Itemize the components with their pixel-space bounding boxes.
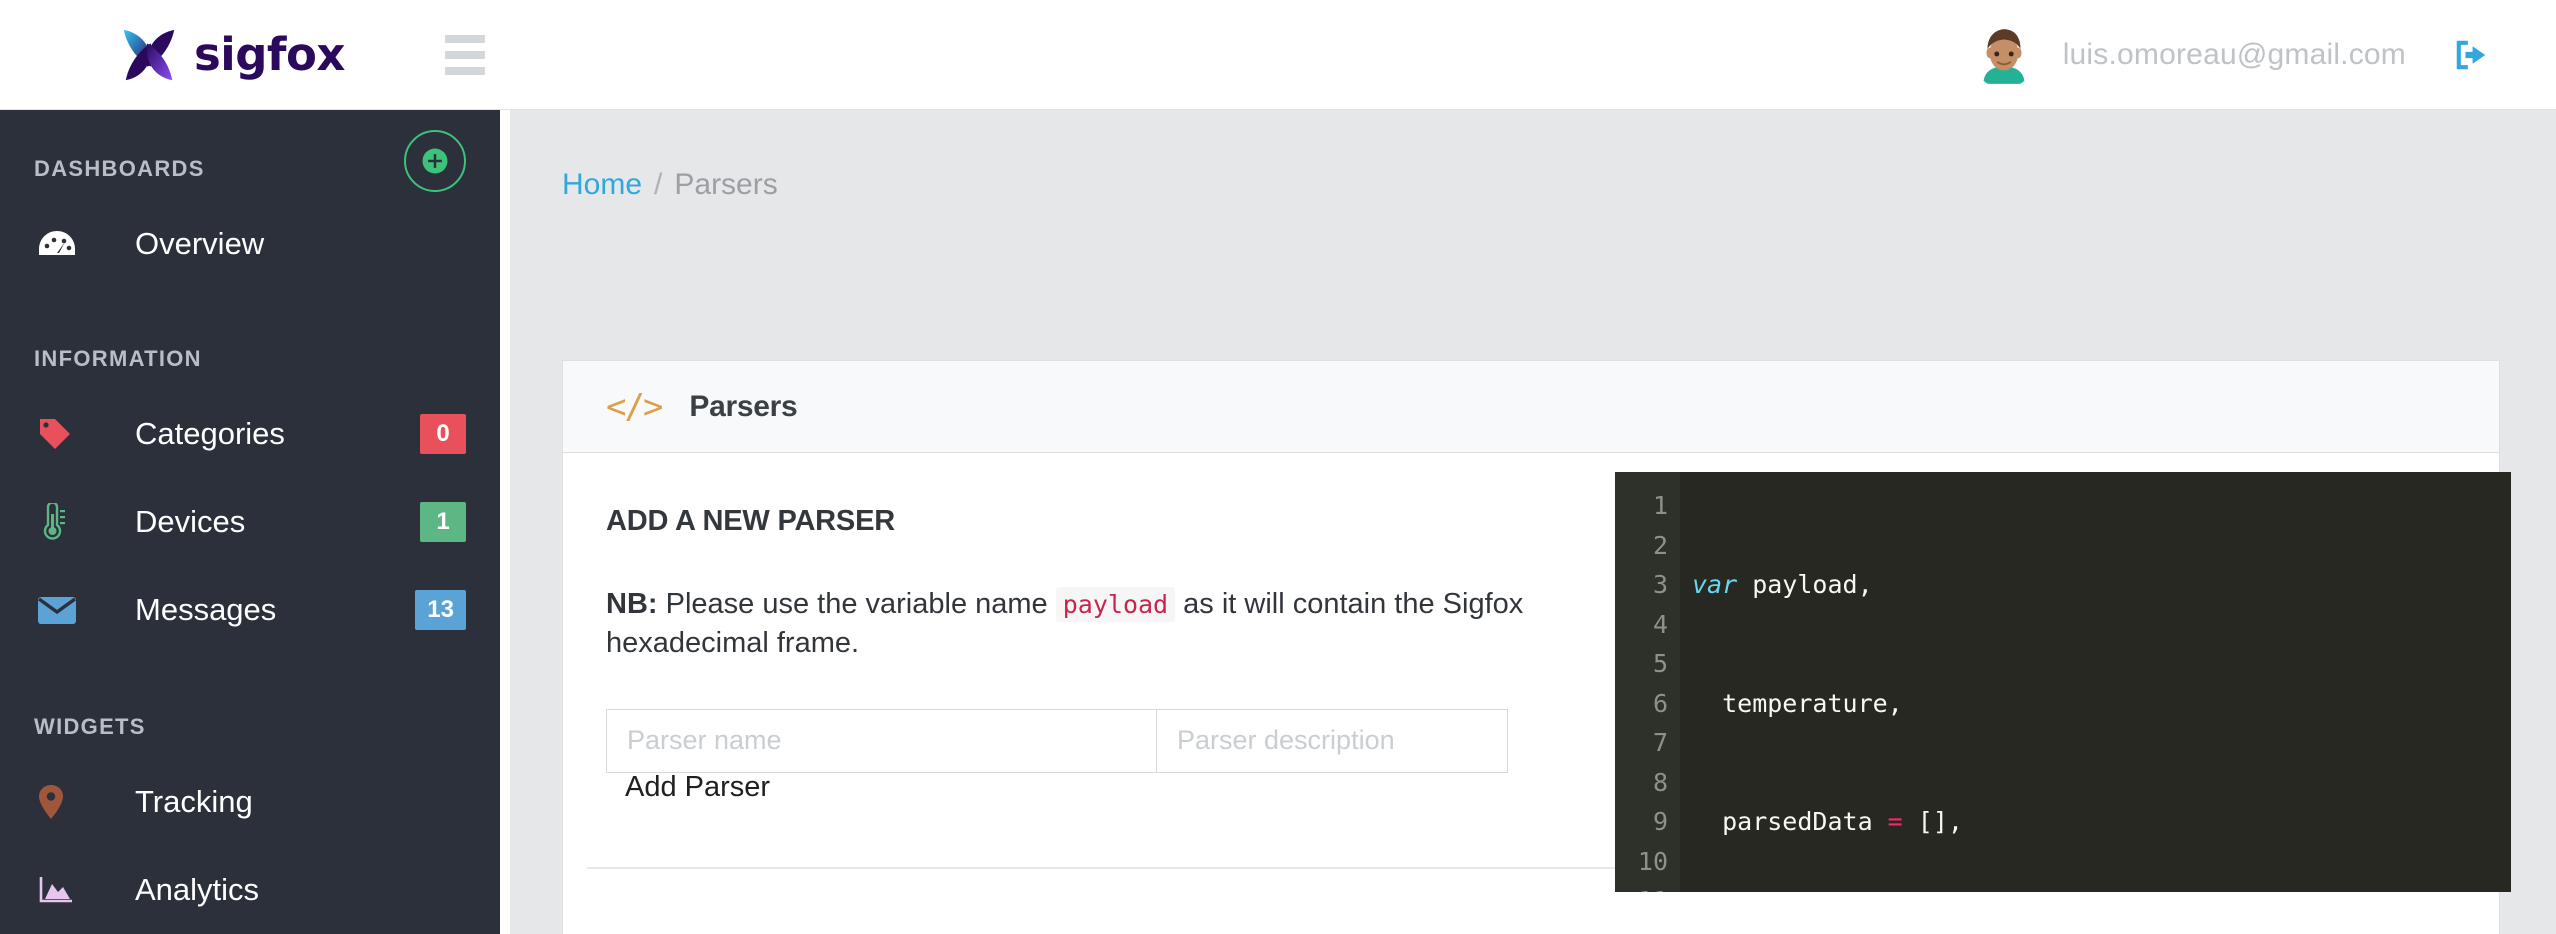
form-heading: ADD A NEW PARSER <box>606 505 895 537</box>
parsers-card: </> Parsers ADD A NEW PARSER NB: Please … <box>562 360 2511 934</box>
code-line-3: parsedData = [], <box>1692 807 1963 836</box>
line-number: 9 <box>1652 807 1668 836</box>
user-avatar[interactable] <box>1970 21 2037 88</box>
user-area: luis.omoreau@gmail.com <box>1970 21 2490 88</box>
card-body: ADD A NEW PARSER NB: Please use the vari… <box>563 453 2511 934</box>
sidebar-section-label: INFORMATION <box>34 346 202 371</box>
sidebar-item-label: Analytics <box>135 872 260 907</box>
line-number: 10 <box>1637 846 1668 876</box>
line-number: 1 <box>1652 491 1668 520</box>
sidebar-item-label: Devices <box>135 504 246 539</box>
sidebar-badge-categories: 0 <box>420 414 466 454</box>
nb-text-before: Please use the variable name <box>657 588 1056 620</box>
sidebar-scrollbar[interactable] <box>500 110 510 934</box>
line-number: 5 <box>1652 649 1668 678</box>
line-number: 7 <box>1652 728 1668 757</box>
main-content: Home / Parsers </> Parsers ADD A NEW PAR… <box>510 110 2556 934</box>
line-number: 4 <box>1652 609 1668 639</box>
parser-name-input[interactable] <box>606 708 1156 773</box>
sidebar-item-devices[interactable]: Devices 1 <box>0 478 500 566</box>
parser-description-input[interactable] <box>1156 708 1508 773</box>
nb-label: NB: <box>606 588 658 620</box>
line-number: 11 <box>1615 881 1668 892</box>
line-number: 6 <box>1652 688 1668 718</box>
parser-inputs-row <box>606 708 1508 773</box>
card-header: </> Parsers <box>563 361 2499 453</box>
sidebar-item-tracking[interactable]: Tracking <box>0 758 500 846</box>
add-parser-form: ADD A NEW PARSER NB: Please use the vari… <box>606 505 1541 773</box>
sidebar: DASHBOARDS Overview INFORMATION Categori… <box>0 110 500 934</box>
hamburger-icon[interactable] <box>444 34 485 75</box>
envelope-icon <box>38 596 82 624</box>
line-number: 2 <box>1652 530 1668 560</box>
code-tag-icon: </> <box>606 386 663 427</box>
map-pin-icon <box>38 784 82 820</box>
brand-name: sigfox <box>194 28 345 81</box>
line-number: 8 <box>1652 767 1668 797</box>
add-dashboard-button[interactable] <box>404 130 466 192</box>
breadcrumb-current: Parsers <box>674 168 778 201</box>
logout-icon[interactable] <box>2452 36 2490 74</box>
sidebar-section-widgets: WIDGETS <box>0 696 500 758</box>
add-parser-button[interactable]: Add Parser <box>625 771 770 804</box>
thermometer-icon <box>38 503 82 541</box>
line-number: 3 <box>1652 570 1668 599</box>
sidebar-badge-messages: 13 <box>415 590 466 630</box>
sidebar-section-information: INFORMATION <box>0 328 500 390</box>
sidebar-item-label: Categories <box>135 416 285 451</box>
sidebar-item-messages[interactable]: Messages 13 <box>0 566 500 654</box>
nb-note: NB: Please use the variable name payload… <box>606 585 1541 664</box>
sidebar-item-label: Tracking <box>135 784 253 819</box>
sidebar-section-label: DASHBOARDS <box>34 156 205 181</box>
parser-code-editor[interactable]: 1 2 3 4 5 6 7 8 9 10 11 12 13 var payloa… <box>1615 472 2511 892</box>
code-line-1: var payload, <box>1692 570 1873 599</box>
top-bar: sigfox luis.omoreau@gmail.com <box>0 0 2556 110</box>
sidebar-item-label: Overview <box>135 226 265 261</box>
user-email: luis.omoreau@gmail.com <box>2062 37 2406 71</box>
gauge-icon <box>38 229 82 259</box>
page-title: Parsers <box>689 389 798 423</box>
breadcrumb-separator: / <box>654 168 663 201</box>
sidebar-item-categories[interactable]: Categories 0 <box>0 390 500 478</box>
sigfox-butterfly-icon <box>123 29 175 80</box>
tag-icon <box>38 417 82 451</box>
area-chart-icon <box>38 875 82 905</box>
editor-code-lines: var payload, temperature, parsedData = [… <box>1680 472 2511 892</box>
code-line-2: temperature, <box>1692 688 1903 718</box>
sidebar-item-overview[interactable]: Overview <box>0 200 500 288</box>
hamburger-bar <box>444 66 485 75</box>
breadcrumb: Home / Parsers <box>562 168 2556 202</box>
sidebar-item-label: Messages <box>135 592 277 627</box>
sidebar-badge-devices: 1 <box>420 502 466 542</box>
hamburger-bar <box>444 50 485 59</box>
sidebar-section-label: WIDGETS <box>34 714 146 739</box>
plus-circle-icon <box>422 148 448 174</box>
editor-line-numbers: 1 2 3 4 5 6 7 8 9 10 11 12 13 <box>1615 472 1680 892</box>
sidebar-section-dashboards: DASHBOARDS <box>0 130 500 200</box>
hamburger-bar <box>444 34 485 43</box>
breadcrumb-home[interactable]: Home <box>562 168 642 202</box>
payload-code-literal: payload <box>1055 587 1176 622</box>
brand-logo[interactable]: sigfox <box>118 24 345 86</box>
sidebar-item-analytics[interactable]: Analytics <box>0 846 500 934</box>
